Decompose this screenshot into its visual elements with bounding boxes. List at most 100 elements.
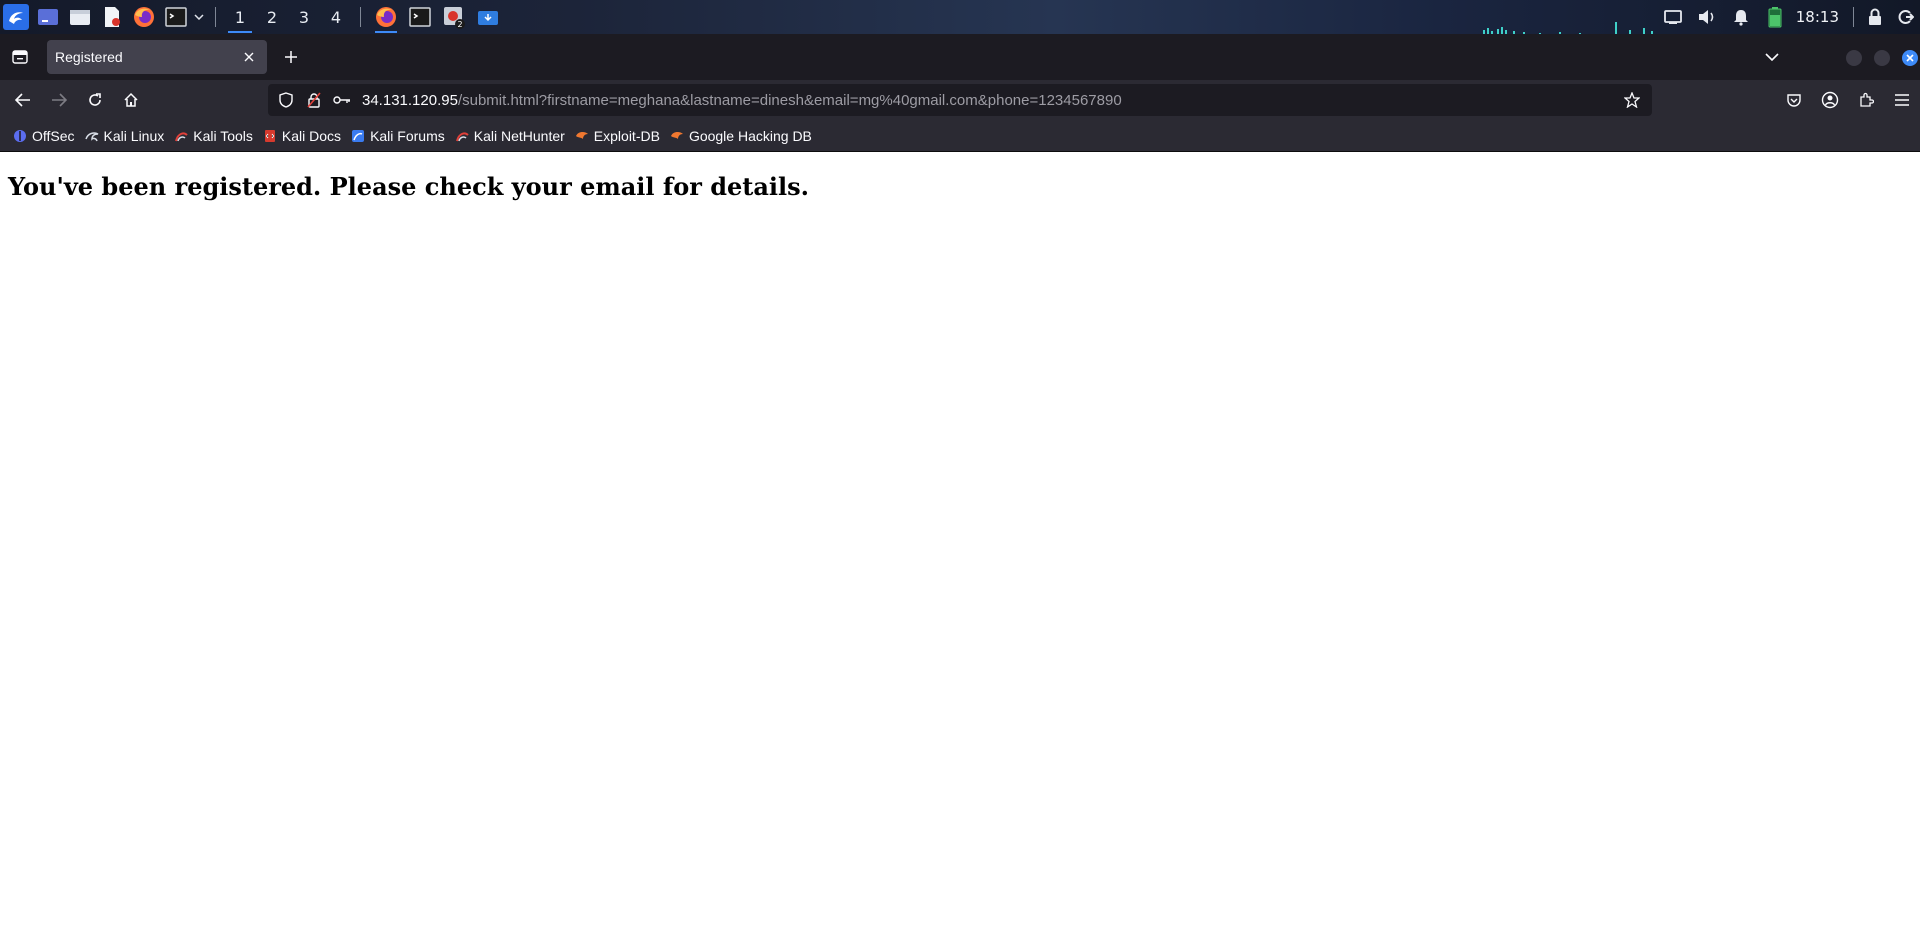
extensions-button[interactable]: [1848, 80, 1884, 120]
registration-confirmation-message: You've been registered. Please check you…: [8, 172, 810, 201]
battery-icon[interactable]: [1758, 0, 1792, 34]
tab-registered[interactable]: Registered: [47, 40, 267, 74]
exploit-db-icon: [574, 128, 590, 144]
clock[interactable]: 18:13: [1796, 8, 1839, 26]
workspace-label: 2: [266, 7, 278, 27]
kali-tools-icon: [173, 128, 189, 144]
firefox-icon: [376, 7, 396, 27]
arrow-right-icon: [52, 93, 67, 107]
kali-docs-icon: [262, 128, 278, 144]
arrow-left-icon: [15, 93, 30, 107]
kali-menu-icon[interactable]: [3, 4, 29, 30]
volume-icon[interactable]: [1690, 0, 1724, 34]
screenshot-icon: 2: [444, 7, 465, 29]
maximize-window-button[interactable]: [1874, 50, 1890, 66]
kali-dragon-icon: [84, 128, 100, 144]
account-icon: [1821, 91, 1839, 109]
chevron-down-icon[interactable]: [191, 4, 207, 30]
workspace-label: 4: [330, 7, 342, 27]
key-icon: [333, 96, 350, 104]
new-tab-button[interactable]: [273, 39, 309, 75]
address-bar[interactable]: 34.131.120.95/submit.html?firstname=megh…: [268, 84, 1652, 116]
hamburger-menu-icon: [1895, 94, 1909, 106]
workspace-2[interactable]: 2: [256, 0, 288, 34]
permissions-key-icon[interactable]: [328, 84, 356, 116]
close-icon: [244, 52, 254, 62]
notification-bell-icon[interactable]: [1724, 0, 1758, 34]
bookmark-kali-linux[interactable]: Kali Linux: [82, 123, 170, 149]
insecure-lock-icon: [307, 92, 321, 108]
text-editor-icon[interactable]: [99, 4, 125, 30]
puzzle-icon: [1860, 92, 1874, 107]
close-window-button[interactable]: [1902, 50, 1918, 66]
bookmark-label: Kali Tools: [193, 127, 253, 144]
bookmark-google-hacking-db[interactable]: Google Hacking DB: [667, 123, 817, 149]
app-menu-button[interactable]: [1884, 80, 1920, 120]
close-icon: [1906, 54, 1914, 62]
chevron-down-icon: [1765, 53, 1779, 61]
terminal-icon[interactable]: [163, 4, 189, 30]
taskbar-separator: [360, 7, 361, 27]
terminal-desktop-icon[interactable]: [35, 4, 61, 30]
pocket-button[interactable]: [1776, 80, 1812, 120]
workspace-3[interactable]: 3: [288, 0, 320, 34]
bookmark-label: Kali Forums: [370, 127, 445, 144]
system-tray: 18:13: [1656, 0, 1920, 34]
pocket-icon: [1787, 94, 1801, 107]
list-all-tabs-button[interactable]: [1754, 34, 1790, 80]
display-icon[interactable]: [1656, 0, 1690, 34]
bookmark-label: Google Hacking DB: [688, 127, 812, 144]
forward-button[interactable]: [41, 84, 77, 116]
running-terminal-button[interactable]: [403, 0, 437, 34]
nethunter-icon: [454, 128, 470, 144]
workspace-4[interactable]: 4: [320, 0, 352, 34]
site-security-icon[interactable]: [300, 84, 328, 116]
tab-title: Registered: [55, 49, 123, 65]
reload-icon: [89, 93, 101, 106]
url-text[interactable]: 34.131.120.95/submit.html?firstname=megh…: [362, 92, 1122, 109]
bookmarks-toolbar: OffSec Kali Linux Kali Tools Kali Docs K…: [0, 120, 1920, 152]
downloads-icon: [478, 11, 498, 25]
ghdb-icon: [669, 128, 685, 144]
network-activity-graph: [1483, 22, 1653, 34]
back-button[interactable]: [5, 84, 41, 116]
firefox-icon[interactable]: [131, 4, 157, 30]
firefox-view-icon: [12, 50, 28, 64]
tracking-protection-icon[interactable]: [272, 84, 300, 116]
toolbar-right-buttons: [1776, 80, 1920, 120]
firefox-view-button[interactable]: [0, 34, 40, 80]
page-content: You've been registered. Please check you…: [0, 152, 1920, 936]
reload-button[interactable]: [77, 84, 113, 116]
bookmark-offsec[interactable]: OffSec: [10, 123, 80, 149]
file-manager-icon[interactable]: [67, 4, 93, 30]
bookmark-exploit-db[interactable]: Exploit-DB: [572, 123, 665, 149]
running-firefox-button[interactable]: [369, 0, 403, 34]
account-button[interactable]: [1812, 80, 1848, 120]
lock-icon[interactable]: [1858, 0, 1892, 34]
tab-close-button[interactable]: [239, 47, 259, 67]
plus-icon: [285, 51, 297, 63]
workspace-label: 3: [298, 7, 310, 27]
url-host: 34.131.120.95: [362, 91, 458, 109]
bookmark-kali-docs[interactable]: Kali Docs: [260, 123, 346, 149]
screenshot-badge: 2: [457, 20, 462, 29]
minimize-window-button[interactable]: [1846, 50, 1862, 66]
bookmark-kali-forums[interactable]: Kali Forums: [348, 123, 450, 149]
home-icon: [124, 92, 138, 107]
tab-strip: Registered: [0, 34, 1920, 80]
logout-icon[interactable]: [1892, 0, 1920, 34]
running-screenshot-button[interactable]: 2: [437, 0, 471, 34]
bookmark-star-button[interactable]: [1618, 84, 1646, 116]
url-path: /submit.html?firstname=meghana&lastname=…: [457, 91, 1122, 109]
taskbar-separator: [1853, 7, 1854, 27]
bookmark-label: OffSec: [32, 127, 75, 144]
bookmark-kali-nethunter[interactable]: Kali NetHunter: [452, 123, 570, 149]
shield-icon: [279, 92, 293, 108]
kali-forums-icon: [350, 128, 366, 144]
home-button[interactable]: [113, 84, 149, 116]
taskbar-separator: [215, 7, 216, 27]
running-downloads-button[interactable]: [471, 0, 505, 34]
bookmark-kali-tools[interactable]: Kali Tools: [171, 123, 258, 149]
bookmark-label: Kali NetHunter: [473, 127, 565, 144]
workspace-1[interactable]: 1: [224, 0, 256, 34]
